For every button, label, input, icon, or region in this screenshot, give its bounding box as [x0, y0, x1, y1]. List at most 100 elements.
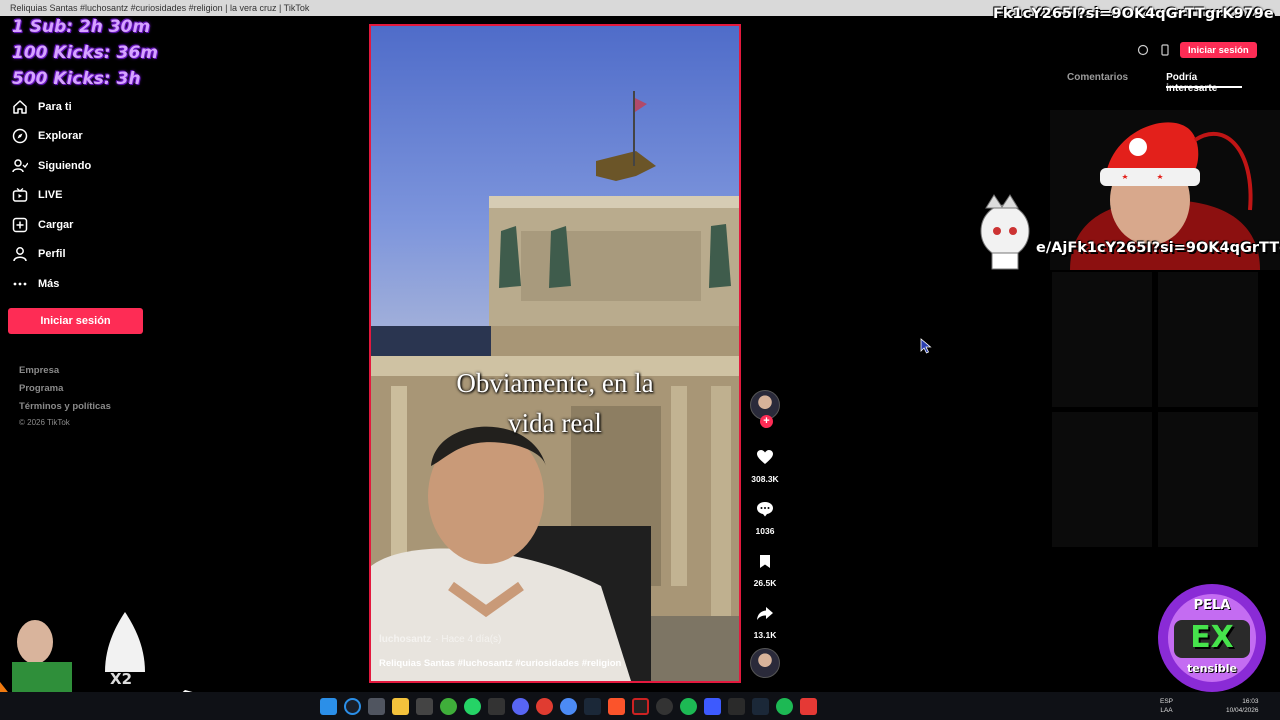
task-view-icon[interactable]: [368, 698, 385, 715]
spotify-icon[interactable]: [680, 698, 697, 715]
like-action: 308.3K: [748, 442, 782, 484]
system-clock[interactable]: 16:03 10/04/2026: [1226, 697, 1259, 715]
clock-date: 10/04/2026: [1226, 707, 1259, 714]
discord-icon[interactable]: [512, 698, 529, 715]
badge-line: tensible: [1187, 662, 1237, 675]
comment-action: 1036: [748, 494, 782, 536]
tab-podria-interesarte[interactable]: Podría interesarte: [1166, 72, 1242, 94]
sidebar-item-cargar[interactable]: Cargar: [0, 210, 160, 240]
video-description: Reliquias Santas #luchosantz #curiosidad…: [379, 658, 622, 669]
share-action: 13.1K: [748, 598, 782, 640]
sidebar-item-label: LIVE: [38, 189, 63, 202]
sidebar-item-label: Explorar: [38, 130, 83, 143]
search-icon[interactable]: [344, 698, 361, 715]
bookmark-icon[interactable]: [750, 546, 780, 576]
footer-link-terminos[interactable]: Términos y políticas: [19, 398, 111, 416]
sidebar-item-label: Más: [38, 277, 60, 290]
login-button[interactable]: Iniciar sesión: [8, 308, 143, 334]
sidebar-item-perfil[interactable]: Perfil: [0, 240, 160, 270]
opera-icon[interactable]: [632, 698, 649, 715]
lang-top: ESP: [1160, 698, 1174, 705]
video-player[interactable]: Obviamente, en la vida real luchosantz · …: [369, 24, 741, 683]
upload-icon: [12, 217, 28, 233]
more-icon: [12, 276, 28, 292]
spotify-icon[interactable]: [776, 698, 793, 715]
follow-plus-icon[interactable]: +: [760, 415, 773, 428]
coin-icon[interactable]: [1136, 43, 1150, 57]
goal-line: 1 Sub: 2h 30m: [12, 17, 151, 37]
video-caption: Obviamente, en la vida real: [371, 363, 739, 443]
save-action: 26.5K: [748, 546, 782, 588]
share-icon[interactable]: [750, 598, 780, 628]
home-icon: [12, 99, 28, 115]
footer-link-empresa[interactable]: Empresa: [19, 362, 111, 380]
app-icon[interactable]: [536, 698, 553, 715]
phone-icon[interactable]: [1158, 43, 1172, 57]
creator-avatar[interactable]: +: [750, 390, 780, 428]
app-icon[interactable]: [800, 698, 817, 715]
obs-icon[interactable]: [656, 698, 673, 715]
suggested-video-thumb[interactable]: [1158, 272, 1258, 407]
suggested-video-thumb[interactable]: [1052, 272, 1152, 407]
profile-icon: [12, 246, 28, 262]
heart-icon[interactable]: [750, 442, 780, 472]
anime-sticker: [974, 193, 1036, 273]
live-icon: [12, 187, 28, 203]
author-name: luchosantz: [379, 634, 432, 645]
sidebar-item-live[interactable]: LIVE: [0, 181, 160, 211]
save-count: 26.5K: [753, 578, 777, 588]
suggested-video-thumb[interactable]: [1158, 412, 1258, 547]
goal-line: 100 Kicks: 36m: [12, 43, 158, 63]
video-author[interactable]: luchosantz · Hace 4 día(s): [379, 634, 501, 645]
clock-time: 16:03: [1242, 698, 1259, 705]
sidebar-item-label: Siguiendo: [38, 159, 92, 172]
right-panel-tabs: Comentarios Podría interesarte: [1060, 72, 1280, 94]
overlay-link-top: Fk1cY265I?si=9OK4qGrTTgrK979e: [993, 6, 1274, 22]
taskbar-app-icons: [320, 698, 817, 715]
right-login-button[interactable]: Iniciar sesión: [1180, 42, 1257, 58]
music-disc-avatar[interactable]: [750, 648, 780, 678]
sidebar-item-explorar[interactable]: Explorar: [0, 122, 160, 152]
app-icon[interactable]: [704, 698, 721, 715]
stream-goals-overlay: 1 Sub: 2h 30m 100 Kicks: 36m 500 Kicks: …: [12, 14, 182, 92]
sidebar-item-label: Perfil: [38, 248, 66, 261]
tab-comentarios[interactable]: Comentarios: [1067, 72, 1128, 94]
lang-bottom: LAA: [1160, 707, 1173, 714]
compass-icon: [12, 128, 28, 144]
xbox-icon[interactable]: [440, 698, 457, 715]
sidebar-item-siguiendo[interactable]: Siguiendo: [0, 151, 160, 181]
post-time: · Hace 4 día(s): [435, 634, 502, 645]
suggested-video-thumb[interactable]: [1052, 412, 1152, 547]
chrome-icon[interactable]: [560, 698, 577, 715]
caption-line: vida real: [508, 408, 602, 438]
language-indicator[interactable]: ESP LAA: [1160, 697, 1173, 715]
sidebar-item-label: Cargar: [38, 218, 74, 231]
sidebar-item-para-ti[interactable]: Para ti: [0, 92, 160, 122]
steam-icon[interactable]: [584, 698, 601, 715]
sidebar-item-label: Para ti: [38, 100, 72, 113]
epic-games-icon[interactable]: [416, 698, 433, 715]
like-count: 308.3K: [751, 474, 779, 484]
windows-start-icon[interactable]: [320, 698, 337, 715]
app-icon[interactable]: [488, 698, 505, 715]
whatsapp-icon[interactable]: [464, 698, 481, 715]
streamer-badge-logo: PELA EX tensible: [1152, 582, 1272, 694]
app-icon[interactable]: [728, 698, 745, 715]
multiplier-label: X2: [110, 670, 133, 688]
copyright: © 2026 TikTok: [19, 418, 70, 427]
overlay-link-middle: e/AjFk1cY265I?si=9OK4qGrTTg: [1036, 240, 1280, 256]
video-scene: [371, 91, 739, 681]
goal-line: 500 Kicks: 3h: [12, 69, 141, 89]
windows-taskbar: ESP LAA 16:03 10/04/2026: [0, 692, 1280, 720]
sidebar-nav: Para ti Explorar Siguiendo LIVE Cargar P…: [0, 92, 160, 299]
steam-icon[interactable]: [752, 698, 769, 715]
footer-links: Empresa Programa Términos y políticas © …: [19, 362, 111, 430]
right-top-controls: Iniciar sesión: [1136, 42, 1257, 58]
file-explorer-icon[interactable]: [392, 698, 409, 715]
sidebar-item-mas[interactable]: Más: [0, 269, 160, 299]
brave-icon[interactable]: [608, 698, 625, 715]
badge-line: EX: [1190, 620, 1234, 655]
footer-link-programa[interactable]: Programa: [19, 380, 111, 398]
comment-icon[interactable]: [750, 494, 780, 524]
mouse-cursor-icon: [920, 338, 932, 359]
